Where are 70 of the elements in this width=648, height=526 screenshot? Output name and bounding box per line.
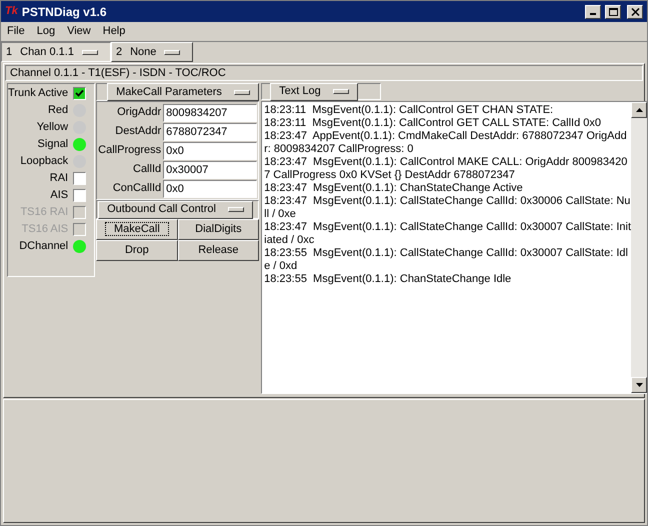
menu-indicator-icon — [332, 89, 349, 94]
indicator-label: Trunk Active — [8, 86, 68, 102]
checkbox[interactable] — [73, 172, 86, 185]
indicator-label: Yellow — [36, 120, 68, 136]
close-button[interactable] — [627, 4, 643, 18]
maximize-icon — [608, 8, 618, 16]
input-field[interactable]: 0x30007 — [163, 160, 258, 178]
log-line: e / 0xd — [264, 260, 298, 273]
indicator-label: RAI — [50, 171, 68, 186]
menu-indicator-icon — [228, 207, 244, 212]
log-line: 18:23:47 AppEvent(0.1.1): CmdMakeCall DestAddr: 6788072347 OrigAdd — [264, 130, 628, 143]
log-line: 18:23:47 MsgEvent(0.1.1): CallStateChange CallId: 0x30007 CallState: Init — [264, 221, 632, 234]
menu-item[interactable]: Log — [30, 23, 62, 40]
menu-item[interactable]: Help — [96, 23, 132, 40]
text-log-menu[interactable]: Text Log — [270, 82, 358, 100]
log-line: 18:23:55 MsgEvent(0.1.1): CallStateChange CallId: 0x30007 CallState: Idl — [264, 247, 629, 260]
indicator-label: TS16 RAI — [20, 205, 68, 220]
indicator-label: DChannel — [19, 239, 68, 254]
log-line: 18:23:47 MsgEvent(0.1.1): ChanStateChange Active — [264, 182, 524, 195]
log-line: 18:23:47 MsgEvent(0.1.1): CallStateChange CallId: 0x30006 CallState: Nu — [264, 195, 632, 208]
menu-indicator-icon — [82, 50, 98, 54]
close-icon — [630, 8, 640, 16]
indicator-label: AIS — [50, 188, 68, 204]
checkbox[interactable] — [73, 87, 86, 100]
log-line: ll / 0xe — [264, 208, 297, 221]
action-button[interactable]: DialDigits — [178, 219, 260, 240]
channel-tab[interactable]: 2 None — [110, 42, 194, 62]
indicator-label: TS16 AIS — [22, 222, 68, 238]
channel-header: Channel 0.1.1 - T1(ESF) - ISDN - TOC/ROC — [10, 66, 226, 81]
app-logo-icon: Tk — [5, 6, 18, 17]
field-label: CallProgress — [97, 143, 162, 158]
action-button[interactable]: Drop — [96, 240, 178, 261]
maximize-button[interactable] — [605, 4, 621, 18]
indicator-label: Signal — [38, 137, 68, 152]
channel-tab[interactable]: 1 Chan 0.1.1 — [1, 42, 111, 62]
log-line: r: 8009834207 CallProgress: 0 — [264, 143, 414, 156]
input-field[interactable]: 0x0 — [163, 180, 258, 198]
checkmark-icon — [75, 89, 84, 98]
log-line: 18:23:55 MsgEvent(0.1.1): ChanStateChange Idle — [264, 273, 512, 286]
input-field[interactable]: 0x0 — [163, 142, 258, 160]
window-title: PSTNDiag v1.6 — [22, 4, 107, 20]
log-line: 18:23:11 MsgEvent(0.1.1): CallControl GET CHAN STATE: — [264, 104, 554, 117]
minimize-button[interactable] — [585, 4, 601, 18]
log-line: 7 CallProgress 0x0 KVSet {} DestAddr 6788072347 — [264, 169, 516, 182]
indicator-label: Red — [48, 103, 68, 118]
up-arrow-icon — [636, 108, 643, 112]
log-line: 18:23:11 MsgEvent(0.1.1): CallControl GET CALL STATE: CallId 0x0 — [264, 117, 602, 130]
scroll-up-button[interactable] — [631, 102, 647, 118]
scroll-down-button[interactable] — [631, 377, 647, 393]
field-label: CallId — [132, 162, 162, 178]
action-button[interactable]: Release — [178, 240, 260, 261]
field-label: OrigAddr — [116, 105, 162, 120]
log-line: 18:23:47 MsgEvent(0.1.1): CallControl MAKE CALL: OrigAddr 800983420 — [264, 156, 628, 169]
input-field[interactable]: 8009834207 — [163, 104, 258, 122]
scrollbar[interactable] — [631, 102, 647, 393]
menu-item[interactable]: File — [1, 23, 31, 40]
menu-indicator-icon — [234, 90, 250, 94]
checkbox[interactable] — [73, 189, 86, 202]
indicator-label: Loopback — [20, 154, 68, 170]
down-arrow-icon — [636, 383, 643, 387]
input-field[interactable]: 6788072347 — [163, 122, 258, 140]
minimize-icon — [590, 13, 596, 15]
makecall-parameters-menu[interactable]: MakeCall Parameters — [107, 83, 259, 101]
field-label: ConCallId — [112, 181, 162, 196]
menu-indicator-icon — [164, 50, 180, 54]
action-button[interactable]: MakeCall — [96, 219, 178, 240]
log-line: iated / 0xc — [264, 234, 316, 247]
field-label: DestAddr — [114, 124, 162, 140]
menu-item[interactable]: View — [61, 23, 97, 40]
call-control-menu[interactable]: Outbound Call Control — [98, 200, 253, 218]
